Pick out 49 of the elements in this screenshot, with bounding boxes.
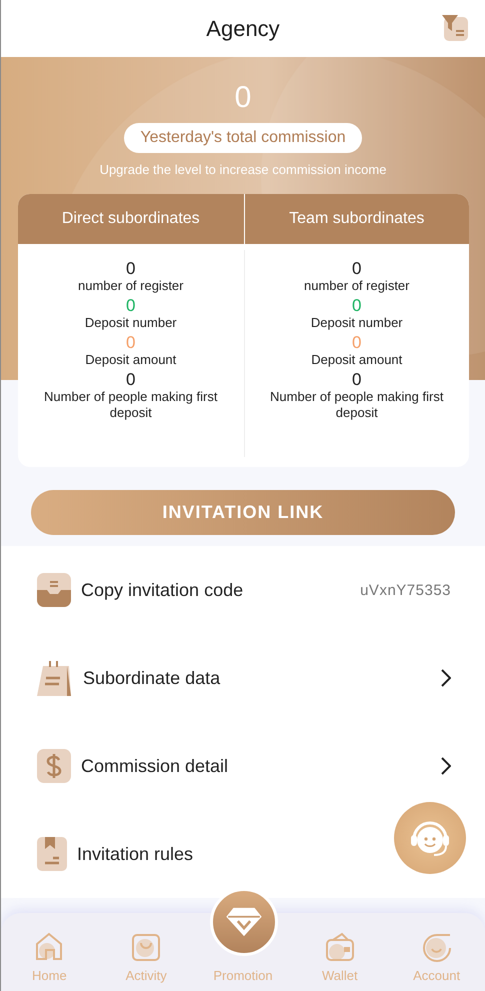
filter-icon[interactable]	[440, 13, 468, 41]
commission-label: Yesterday's total commission	[124, 123, 362, 153]
column-header: Direct subordinates	[18, 194, 244, 244]
menu-row[interactable]: Invitation rules	[1, 810, 485, 898]
document-icon	[37, 837, 67, 871]
stat-label: number of register	[77, 278, 184, 294]
menu-label: Copy invitation code	[81, 580, 244, 600]
stat-value: 0	[352, 260, 362, 278]
nav-tab[interactable]: Promotion	[213, 968, 273, 983]
stat-label: Number of people making first deposit	[269, 389, 444, 421]
menu-row[interactable]: Commission detail	[1, 722, 485, 810]
dollar-icon	[37, 749, 71, 783]
commission-amount: 0	[234, 81, 252, 115]
stat-label: Deposit amount	[84, 352, 178, 368]
invitation-link-button[interactable]: INVITATION LINK	[31, 490, 455, 535]
chevron-right-icon	[441, 757, 451, 775]
shopping-bag-icon	[131, 932, 162, 962]
notepad-icon	[37, 660, 73, 696]
menu-label: Invitation rules	[77, 844, 194, 864]
chevron-right-icon	[441, 669, 451, 687]
page-title: Agency	[206, 16, 280, 42]
wallet-icon	[324, 932, 355, 962]
home-icon	[34, 932, 64, 962]
stat-value: 0	[352, 334, 362, 352]
smile-icon	[422, 932, 452, 962]
stat-label: Deposit number	[310, 315, 404, 331]
nav-tab[interactable]: Home	[1, 913, 98, 991]
nav-tab[interactable]: Account	[388, 913, 485, 991]
stat-label: Deposit number	[84, 315, 178, 331]
stat-value: 0	[126, 297, 136, 315]
stat-value: 0	[126, 260, 136, 278]
stat-value: 0	[126, 334, 136, 352]
menu-label: Subordinate data	[83, 668, 222, 688]
stat-label: Deposit amount	[310, 352, 404, 368]
diamond-icon	[226, 907, 262, 937]
menu-row[interactable]: Subordinate data	[1, 634, 485, 722]
inbox-icon	[37, 573, 71, 607]
stat-label: number of register	[303, 278, 410, 294]
menu-label: Commission detail	[81, 756, 230, 776]
column-header: Team subordinates	[244, 194, 469, 244]
stat-value: 0	[352, 297, 362, 315]
stat-value: 0	[126, 371, 136, 389]
stat-label: Number of people making first deposit	[43, 389, 218, 421]
nav-tab[interactable]: Activity	[98, 913, 195, 991]
nav-tab[interactable]: Wallet	[291, 913, 388, 991]
stat-value: 0	[352, 371, 362, 389]
upgrade-note: Upgrade the level to increase commission income	[100, 162, 386, 177]
menu-row[interactable]: Copy invitation code uVxnY75353	[1, 546, 485, 634]
invitation-code: uVxnY75353	[360, 582, 451, 598]
